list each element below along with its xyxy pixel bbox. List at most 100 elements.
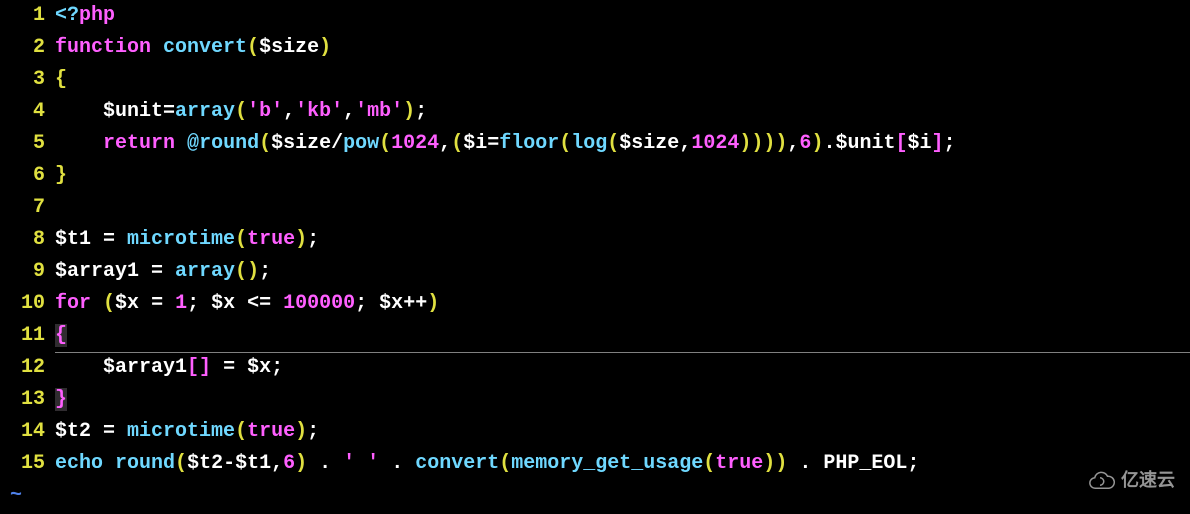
code-content[interactable]: $t1 = microtime(true); (55, 224, 319, 256)
code-line[interactable]: 1<?php (0, 0, 1190, 32)
code-line[interactable]: 2function convert($size) (0, 32, 1190, 64)
token: $size (619, 132, 679, 155)
token: ) (427, 292, 439, 315)
code-content[interactable]: } (55, 384, 67, 416)
code-line[interactable]: 9$array1 = array(); (0, 256, 1190, 288)
token: $t1 (55, 228, 91, 251)
token: ( (235, 100, 247, 123)
token: ) (739, 132, 751, 155)
token: ] (199, 356, 211, 379)
code-line[interactable]: 11{ (0, 320, 1190, 352)
token: = (139, 292, 175, 315)
token (55, 132, 103, 155)
token: . (787, 452, 823, 475)
token: ) (775, 452, 787, 475)
code-content[interactable]: $array1 = array(); (55, 256, 271, 288)
token: . (823, 132, 835, 155)
code-line[interactable]: 7 (0, 192, 1190, 224)
token: { (55, 324, 67, 347)
token: 'mb' (355, 100, 403, 123)
token: ; (259, 260, 271, 283)
token: ] (932, 132, 944, 155)
token: } (55, 388, 67, 411)
line-number: 10 (0, 288, 55, 320)
line-number: 12 (0, 352, 55, 384)
token: array (175, 100, 235, 123)
empty-line-marker: ~ (0, 480, 1190, 512)
token: [ (187, 356, 199, 379)
cloud-icon (1085, 470, 1115, 490)
code-line[interactable]: 15echo round($t2-$t1,6) . ' ' . convert(… (0, 448, 1190, 480)
token: ( (235, 420, 247, 443)
code-content[interactable]: { (55, 64, 67, 96)
token: php (79, 4, 115, 27)
code-content[interactable]: for ($x = 1; $x <= 100000; $x++) (55, 288, 439, 320)
token: , (271, 452, 283, 475)
token: / (331, 132, 343, 155)
line-number: 9 (0, 256, 55, 288)
code-content[interactable]: echo round($t2-$t1,6) . ' ' . convert(me… (55, 448, 919, 480)
token: , (343, 100, 355, 123)
token: $i (908, 132, 932, 155)
token: = (211, 356, 247, 379)
code-line[interactable]: 3{ (0, 64, 1190, 96)
token: ; (355, 292, 379, 315)
token: true (247, 228, 295, 251)
code-line[interactable]: 10for ($x = 1; $x <= 100000; $x++) (0, 288, 1190, 320)
token: ++ (403, 292, 427, 315)
token: @ (187, 132, 199, 155)
token: . (379, 452, 415, 475)
code-content[interactable]: $unit=array('b','kb','mb'); (55, 96, 427, 128)
token (55, 100, 103, 123)
code-content[interactable]: { (55, 320, 67, 352)
token: $size (271, 132, 331, 155)
code-content[interactable]: function convert($size) (55, 32, 331, 64)
token: round (199, 132, 259, 155)
code-line[interactable]: 4 $unit=array('b','kb','mb'); (0, 96, 1190, 128)
token: } (55, 164, 67, 187)
token: ( (379, 132, 391, 155)
token: . (307, 452, 343, 475)
code-line[interactable]: 14$t2 = microtime(true); (0, 416, 1190, 448)
token: ; (307, 420, 319, 443)
token: ( (235, 228, 247, 251)
token: { (55, 68, 67, 91)
token: ) (811, 132, 823, 155)
code-content[interactable]: } (55, 160, 67, 192)
token: = (487, 132, 499, 155)
code-content[interactable]: return @round($size/pow(1024,($i=floor(l… (55, 128, 956, 160)
token: 'b' (247, 100, 283, 123)
token: ( (499, 452, 511, 475)
token: ) (763, 452, 775, 475)
code-line[interactable]: 6} (0, 160, 1190, 192)
token: $x (247, 356, 271, 379)
token: ( (607, 132, 619, 155)
line-number: 13 (0, 384, 55, 416)
code-content[interactable]: $t2 = microtime(true); (55, 416, 319, 448)
token: round (115, 452, 175, 475)
line-number: 6 (0, 160, 55, 192)
token: true (715, 452, 763, 475)
token: ) (751, 132, 763, 155)
token: for (55, 292, 91, 315)
code-line[interactable]: 5 return @round($size/pow(1024,($i=floor… (0, 128, 1190, 160)
token: 6 (283, 452, 295, 475)
token: microtime (127, 228, 235, 251)
token: 100000 (283, 292, 355, 315)
token: <? (55, 4, 79, 27)
token: ; (307, 228, 319, 251)
code-editor[interactable]: 1<?php2function convert($size)3{4 $unit=… (0, 0, 1190, 514)
token: , (439, 132, 451, 155)
code-content[interactable]: $array1[] = $x; (55, 352, 283, 384)
code-line[interactable]: 8$t1 = microtime(true); (0, 224, 1190, 256)
line-number: 11 (0, 320, 55, 352)
token: ) (295, 452, 307, 475)
token: floor (499, 132, 559, 155)
token: ' ' (343, 452, 379, 475)
token: ( (559, 132, 571, 155)
token: ( (703, 452, 715, 475)
code-content[interactable]: <?php (55, 0, 115, 32)
code-line[interactable]: 13} (0, 384, 1190, 416)
line-number: 4 (0, 96, 55, 128)
code-line[interactable]: 12 $array1[] = $x; (0, 352, 1190, 384)
